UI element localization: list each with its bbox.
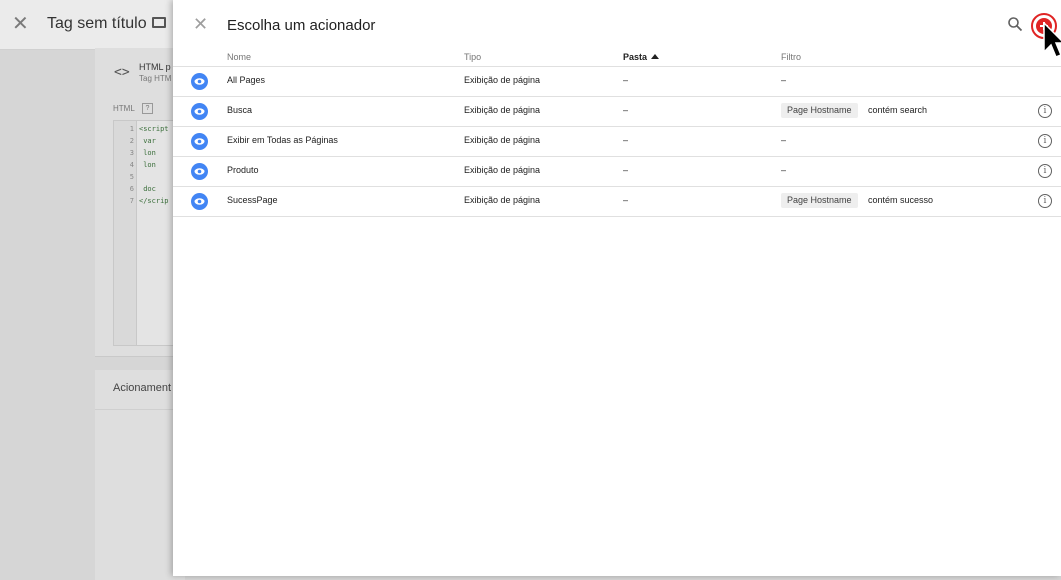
- column-header-name[interactable]: Nome: [227, 52, 251, 62]
- row-divider: [173, 216, 1061, 217]
- page-view-trigger-icon: [191, 73, 208, 90]
- help-icon[interactable]: ?: [142, 103, 153, 114]
- tag-type-name: HTML p: [139, 62, 171, 72]
- trigger-type: Exibição de página: [464, 195, 541, 205]
- trigger-folder: –: [623, 165, 629, 175]
- trigger-filter: –: [781, 135, 787, 145]
- code-line: 7 </scrip: [129, 197, 169, 205]
- code-line: 2 var: [129, 137, 156, 145]
- column-header-type[interactable]: Tipo: [464, 52, 481, 62]
- code-icon: <>: [114, 65, 130, 80]
- tag-type-subtitle: Tag HTM: [139, 74, 172, 83]
- html-code-editor[interactable]: 1 <script 2 var 3 lon 4 lon 5 6 doc 7 </sc…: [113, 120, 180, 346]
- info-icon[interactable]: i: [1038, 194, 1052, 208]
- column-header-folder-label: Pasta: [623, 52, 648, 62]
- filter-variable-chip: Page Hostname: [781, 103, 858, 118]
- triggering-card-title: Acionament: [113, 382, 172, 394]
- trigger-name: SucessPage: [227, 195, 278, 205]
- panel-close-icon[interactable]: ✕: [193, 15, 208, 33]
- code-line: 4 lon: [129, 161, 156, 169]
- trigger-type: Exibição de página: [464, 105, 541, 115]
- search-icon[interactable]: [1007, 16, 1023, 32]
- trigger-row-exibir-todas[interactable]: Exibir em Todas as Páginas Exibição de p…: [173, 126, 1061, 156]
- triggering-card: [95, 370, 185, 580]
- trigger-row-all-pages[interactable]: All Pages Exibição de página – –: [173, 66, 1061, 96]
- panel-title: Escolha um acionador: [227, 17, 376, 34]
- column-header-folder[interactable]: Pasta: [623, 52, 660, 62]
- page-view-trigger-icon: [191, 163, 208, 180]
- trigger-name: All Pages: [227, 75, 266, 85]
- trigger-type: Exibição de página: [464, 135, 541, 145]
- trigger-folder: –: [623, 135, 629, 145]
- code-line: 1 <script: [129, 125, 169, 133]
- code-line: 6 doc: [129, 185, 156, 193]
- filter-variable-chip: Page Hostname: [781, 193, 858, 208]
- trigger-folder: –: [623, 105, 629, 115]
- trigger-row-busca[interactable]: Busca Exibição de página – Page Hostname…: [173, 96, 1061, 126]
- page-view-trigger-icon: [191, 193, 208, 210]
- trigger-type: Exibição de página: [464, 75, 541, 85]
- code-line: 3 lon: [129, 149, 156, 157]
- info-icon[interactable]: i: [1038, 104, 1052, 118]
- column-header-filter[interactable]: Filtro: [781, 52, 801, 62]
- trigger-type: Exibição de página: [464, 165, 541, 175]
- code-line: 5: [129, 173, 134, 181]
- trigger-name: Busca: [227, 105, 253, 115]
- sort-ascending-icon: [651, 54, 660, 59]
- mouse-pointer-icon: [1043, 22, 1061, 58]
- trigger-chooser-panel: ✕ Escolha um acionador Nome Tipo Pasta F…: [173, 0, 1061, 576]
- info-icon[interactable]: i: [1038, 134, 1052, 148]
- page-view-trigger-icon: [191, 133, 208, 150]
- folder-icon[interactable]: [152, 17, 166, 28]
- page-view-trigger-icon: [191, 103, 208, 120]
- trigger-row-sucesspage[interactable]: SucessPage Exibição de página – Page Hos…: [173, 186, 1061, 216]
- editor-close-icon[interactable]: ✕: [12, 14, 29, 34]
- editor-tag-title[interactable]: Tag sem título: [47, 15, 147, 33]
- trigger-name: Produto: [227, 165, 259, 175]
- trigger-folder: –: [623, 195, 629, 205]
- trigger-filter: –: [781, 165, 787, 175]
- trigger-filter: –: [781, 75, 787, 85]
- trigger-filter: contém search: [868, 105, 928, 115]
- trigger-name: Exibir em Todas as Páginas: [227, 135, 338, 145]
- triggering-card-divider: [95, 409, 185, 410]
- trigger-filter: contém sucesso: [868, 195, 934, 205]
- trigger-row-produto[interactable]: Produto Exibição de página – – i: [173, 156, 1061, 186]
- info-icon[interactable]: i: [1038, 164, 1052, 178]
- trigger-folder: –: [623, 75, 629, 85]
- html-field-label: HTML: [113, 104, 135, 113]
